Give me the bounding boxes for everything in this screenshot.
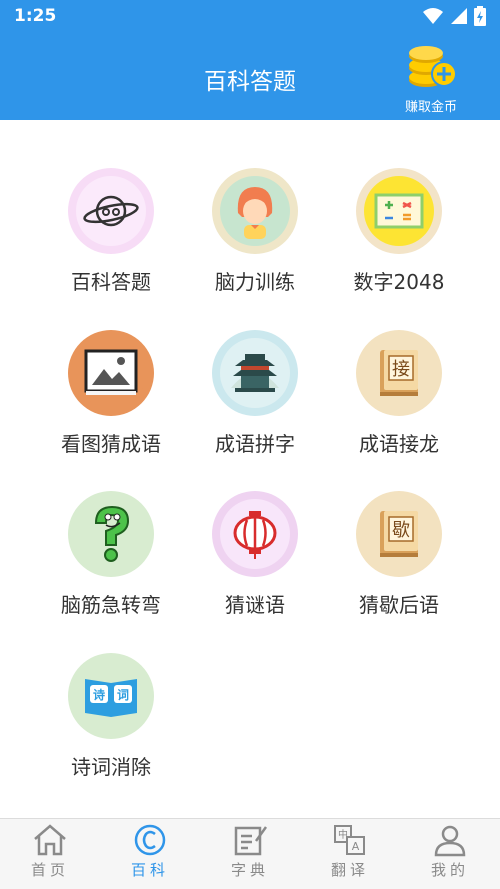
home-icon (34, 824, 66, 856)
girl-avatar-icon (237, 187, 273, 239)
coins-icon (409, 46, 457, 87)
signal-icon (451, 8, 467, 24)
svg-text:诗: 诗 (93, 687, 105, 702)
earn-coins-label: 赚取金币 (404, 100, 457, 115)
lantern-icon (233, 511, 277, 559)
nav-label: 我的 (430, 861, 469, 879)
book-xie-icon: 歇 (380, 511, 418, 557)
translate-icon: 中 A (334, 825, 365, 855)
status-icons (422, 6, 486, 26)
nav-label: 百科 (130, 861, 169, 879)
bottom-nav: 首页 百科 字典 中 A 翻译 我的 (0, 818, 500, 889)
pavilion-icon (231, 354, 279, 392)
grid-item-label: 诗词消除 (71, 755, 151, 779)
wifi-icon (423, 8, 443, 24)
grid-item-picture-idiom[interactable]: 看图猜成语 (36, 330, 186, 457)
grid-item-idiom-chain[interactable]: 接 成语接龙 (324, 330, 474, 457)
grid-item-baike[interactable]: 百科答题 (36, 168, 186, 295)
svg-text:歇: 歇 (392, 520, 410, 541)
grid-item-idiom-spelling[interactable]: 成语拼字 (180, 330, 330, 457)
grid-item-label: 脑力训练 (215, 270, 295, 294)
status-time: 1:25 (14, 6, 57, 26)
picture-icon (84, 349, 138, 395)
nav-mine[interactable]: 我的 (400, 819, 500, 889)
book-jie-icon: 接 (380, 350, 418, 396)
grid-item-label: 百科答题 (71, 270, 151, 294)
question-mark-icon (94, 505, 130, 562)
user-icon (434, 825, 466, 857)
grid-item-label: 猜谜语 (225, 593, 285, 617)
edit-note-icon (234, 826, 268, 856)
grid-item-brain-teaser[interactable]: 脑筋急转弯 (36, 491, 186, 618)
grid-item-label: 数字2048 (353, 270, 445, 294)
grid-item-label: 成语拼字 (215, 432, 295, 456)
battery-icon (474, 6, 486, 26)
nav-home[interactable]: 首页 (0, 819, 100, 889)
poem-book-icon: 诗 词 (85, 679, 137, 717)
grid-item-brain-training[interactable]: 脑力训练 (180, 168, 330, 295)
earn-coins-button[interactable]: 赚取金币 (396, 44, 466, 115)
grid-item-label: 看图猜成语 (61, 432, 161, 456)
grid-item-riddle[interactable]: 猜谜语 (180, 491, 330, 618)
nav-translate[interactable]: 中 A 翻译 (300, 819, 400, 889)
svg-text:词: 词 (117, 688, 129, 702)
planet-icon (83, 195, 139, 227)
grid-item-label: 猜歇后语 (359, 593, 439, 617)
grid-item-label: 成语接龙 (359, 432, 439, 456)
svg-text:A: A (352, 840, 360, 853)
nav-baike[interactable]: 百科 (100, 819, 200, 889)
nav-label: 字典 (230, 861, 269, 879)
svg-text:接: 接 (392, 359, 410, 380)
math-board-icon (374, 193, 424, 229)
nav-dictionary[interactable]: 字典 (200, 819, 300, 889)
grid-item-label: 脑筋急转弯 (61, 593, 161, 617)
grid-item-2048[interactable]: 数字2048 (324, 168, 474, 295)
nav-label: 首页 (30, 861, 69, 879)
copyright-circle-icon (134, 824, 166, 856)
top-bar: 1:25 百科答题 赚取金币 (0, 0, 500, 120)
grid-item-xiehouyu[interactable]: 歇 猜歇后语 (324, 491, 474, 618)
grid-item-poem-elimination[interactable]: 诗 词 诗词消除 (36, 653, 186, 780)
nav-label: 翻译 (330, 861, 369, 879)
